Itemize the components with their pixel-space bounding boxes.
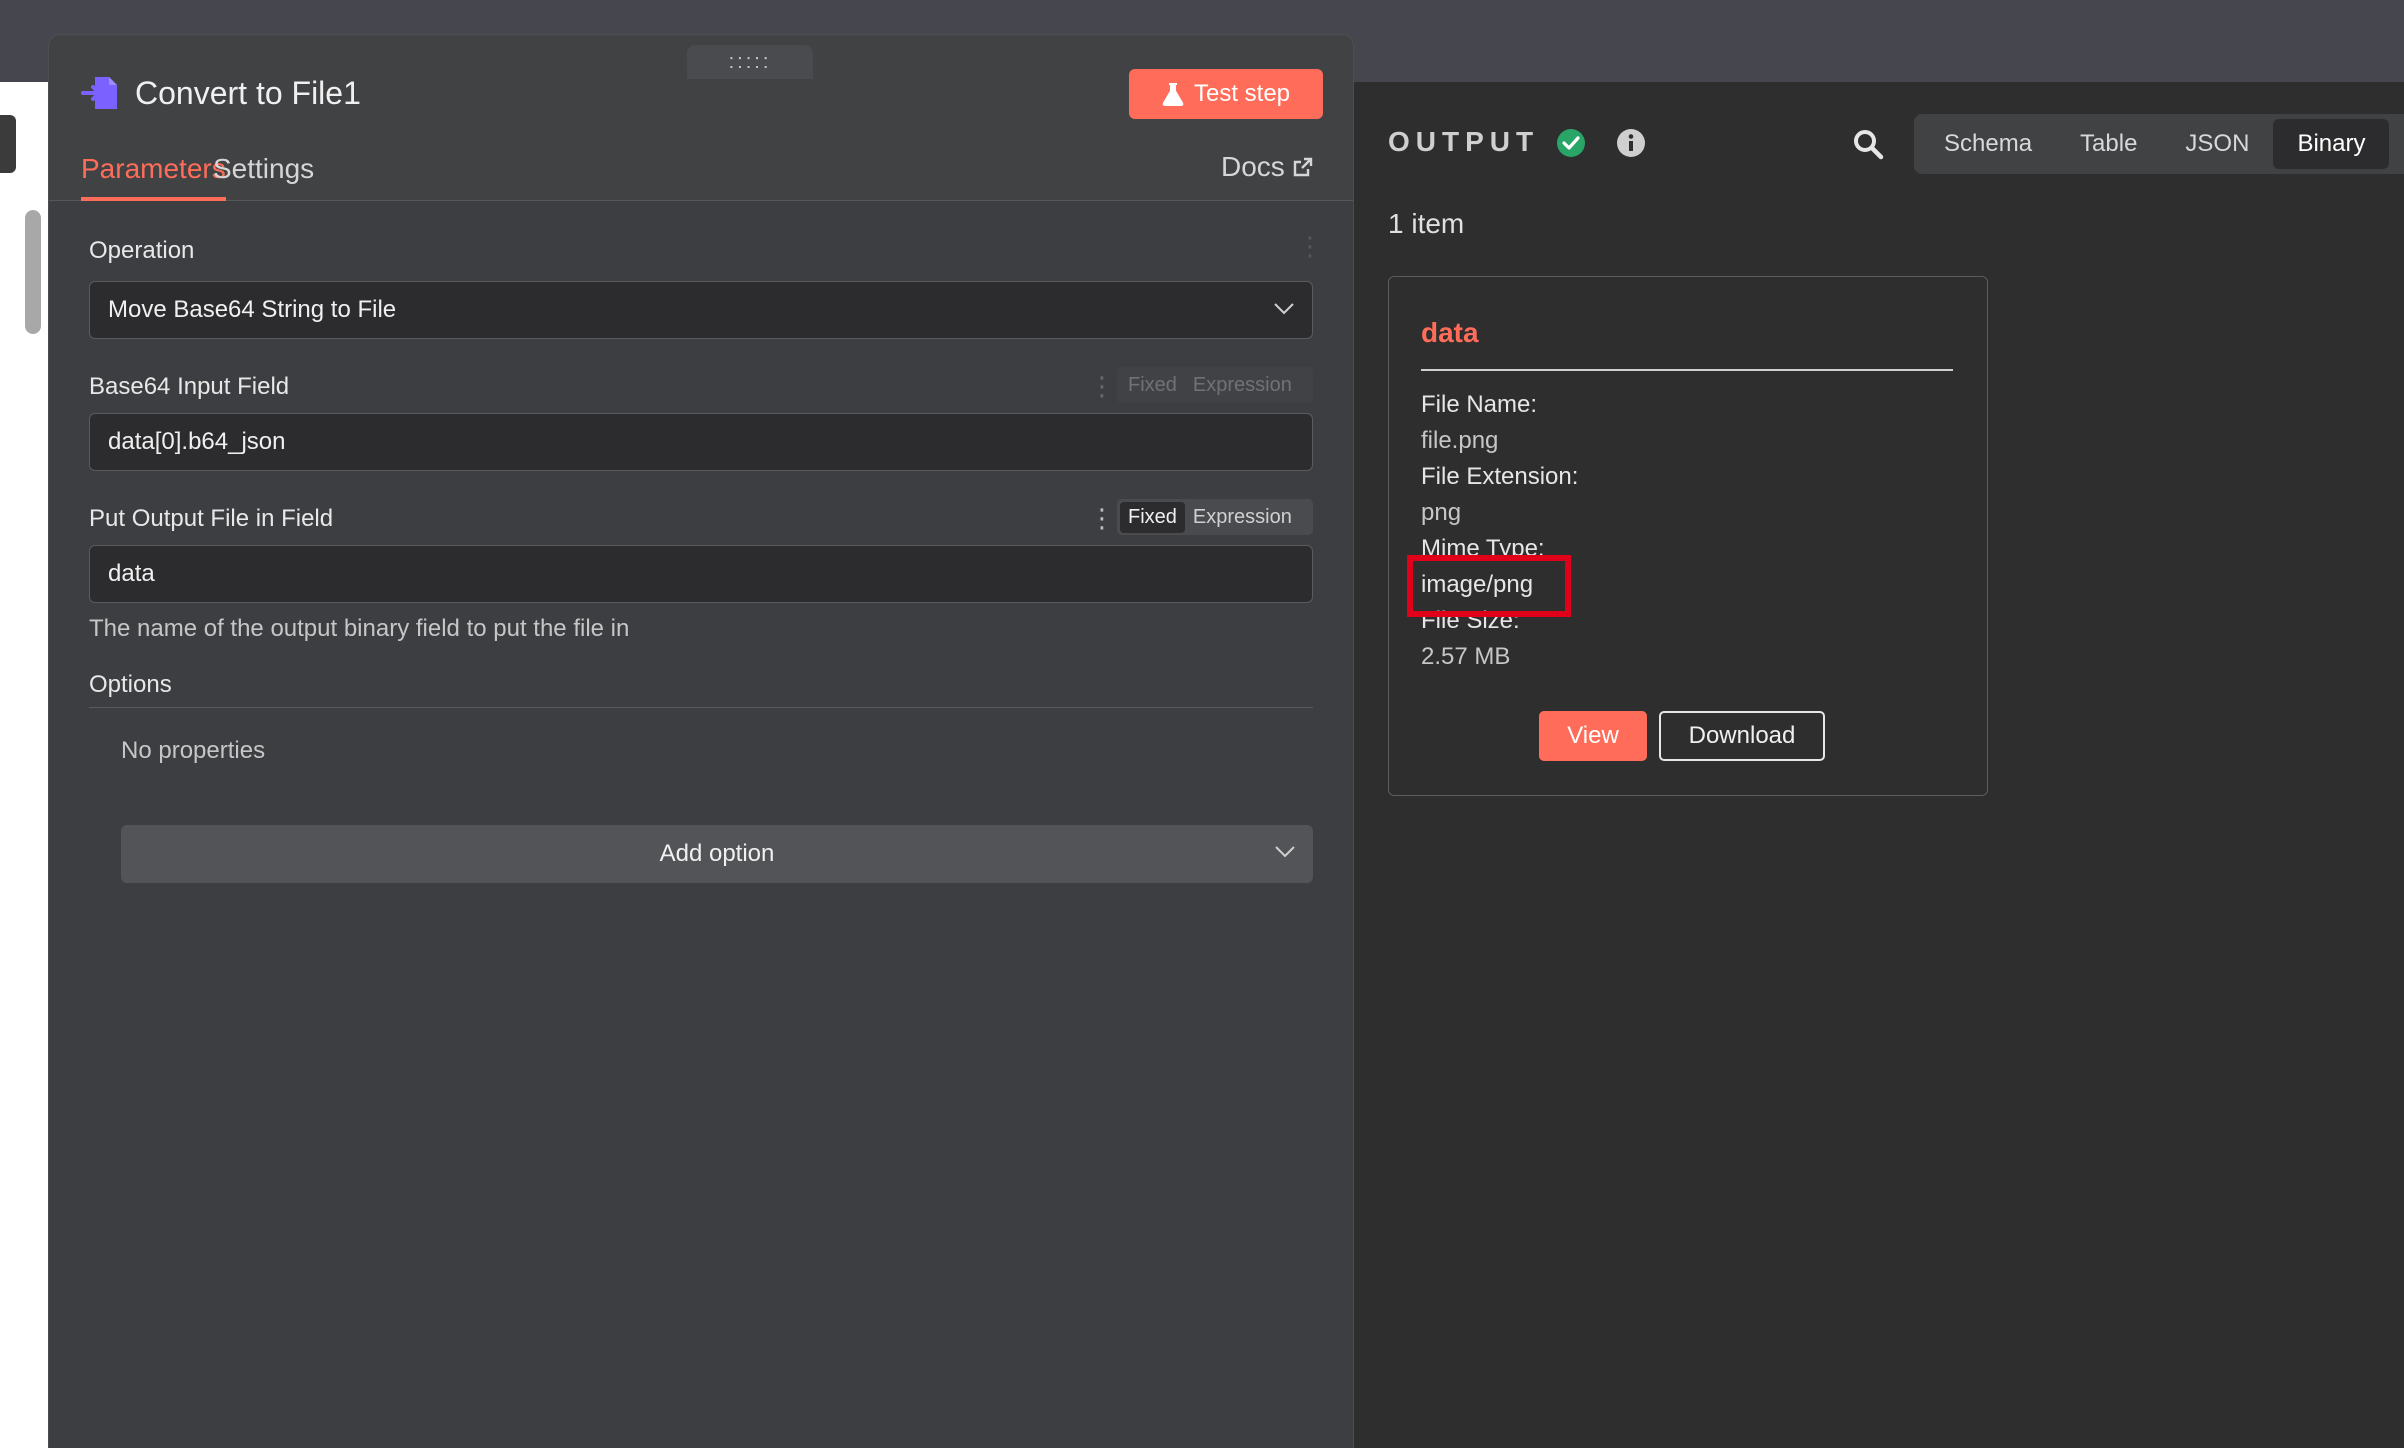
file-name-value: file.png — [1421, 427, 1499, 454]
base64-mode-toggle[interactable]: Fixed Expression — [1117, 367, 1313, 403]
download-button[interactable]: Download — [1659, 711, 1825, 761]
external-link-icon — [1293, 157, 1312, 177]
mode-fixed[interactable]: Fixed — [1120, 501, 1185, 533]
test-step-button[interactable]: Test step — [1129, 69, 1323, 119]
tab-settings[interactable]: Settings — [213, 151, 314, 201]
no-properties-text: No properties — [121, 737, 266, 764]
output-field-mode-toggle[interactable]: Fixed Expression — [1117, 499, 1313, 535]
output-view-tabs: Schema Table JSON Binary — [1914, 114, 2404, 174]
options-divider — [89, 707, 1313, 708]
base64-options-icon[interactable]: ⋮ — [1089, 373, 1115, 399]
view-button[interactable]: View — [1539, 711, 1647, 761]
tab-json[interactable]: JSON — [2161, 119, 2273, 169]
operation-value: Move Base64 String to File — [108, 296, 397, 323]
file-extension-value: png — [1421, 499, 1462, 526]
node-parameters-panel: ::::: Convert to File1 Test step Paramet… — [48, 34, 1354, 1448]
chevron-down-icon — [1275, 846, 1295, 858]
scrollbar-thumb[interactable] — [25, 210, 41, 334]
operation-select[interactable]: Move Base64 String to File — [89, 281, 1313, 339]
item-count: 1 item — [1388, 208, 1465, 239]
mode-expression[interactable]: Expression — [1185, 370, 1300, 401]
binary-data-card: data File Name: file.png File Extension:… — [1388, 276, 1988, 796]
mode-fixed[interactable]: Fixed — [1120, 370, 1185, 401]
output-field-input[interactable]: data — [89, 545, 1313, 603]
test-step-label: Test step — [1193, 80, 1291, 107]
docs-link[interactable]: Docs — [1221, 151, 1313, 183]
operation-label: Operation — [89, 237, 195, 264]
info-icon[interactable] — [1616, 128, 1646, 158]
parameters-body: Operation ⋮ Move Base64 String to File B… — [49, 201, 1353, 1448]
card-divider — [1421, 369, 1953, 371]
docs-label: Docs — [1221, 151, 1285, 182]
success-check-icon — [1557, 129, 1585, 157]
panel-header: Convert to File1 Test step Parameters Se… — [49, 35, 1353, 201]
input-panel-collapsed[interactable] — [0, 115, 16, 173]
base64-input-value: data[0].b64_json — [108, 428, 286, 455]
tab-schema[interactable]: Schema — [1920, 119, 2056, 169]
output-title: OUTPUT — [1388, 126, 1540, 157]
file-size-value: 2.57 MB — [1421, 643, 1511, 670]
output-field-options-icon[interactable]: ⋮ — [1089, 505, 1115, 531]
tab-table[interactable]: Table — [2056, 119, 2161, 169]
add-option-button[interactable]: Add option — [121, 825, 1313, 883]
mime-type-highlight — [1407, 555, 1571, 617]
output-field-value: data — [108, 560, 155, 587]
base64-input-field[interactable]: data[0].b64_json — [89, 413, 1313, 471]
add-option-label: Add option — [659, 840, 775, 867]
file-arrow-icon — [81, 77, 117, 109]
options-label: Options — [89, 671, 172, 698]
operation-options-icon[interactable]: ⋮ — [1297, 233, 1323, 259]
file-extension-key: File Extension: — [1421, 463, 1579, 490]
tab-parameters[interactable]: Parameters — [81, 151, 226, 201]
binary-name: data — [1421, 317, 1479, 348]
scrollbar-track — [18, 205, 48, 1448]
flask-icon — [1162, 83, 1184, 106]
tab-binary[interactable]: Binary — [2273, 119, 2390, 169]
output-field-hint: The name of the output binary field to p… — [89, 615, 630, 642]
output-field-label: Put Output File in Field — [89, 505, 334, 532]
panel-tabs: Parameters Settings — [49, 145, 1353, 201]
search-icon[interactable] — [1852, 128, 1884, 160]
file-name-key: File Name: — [1421, 391, 1538, 418]
chevron-down-icon — [1274, 303, 1294, 315]
node-title[interactable]: Convert to File1 — [135, 73, 361, 113]
base64-input-label: Base64 Input Field — [89, 373, 290, 400]
mode-expression[interactable]: Expression — [1185, 502, 1300, 533]
